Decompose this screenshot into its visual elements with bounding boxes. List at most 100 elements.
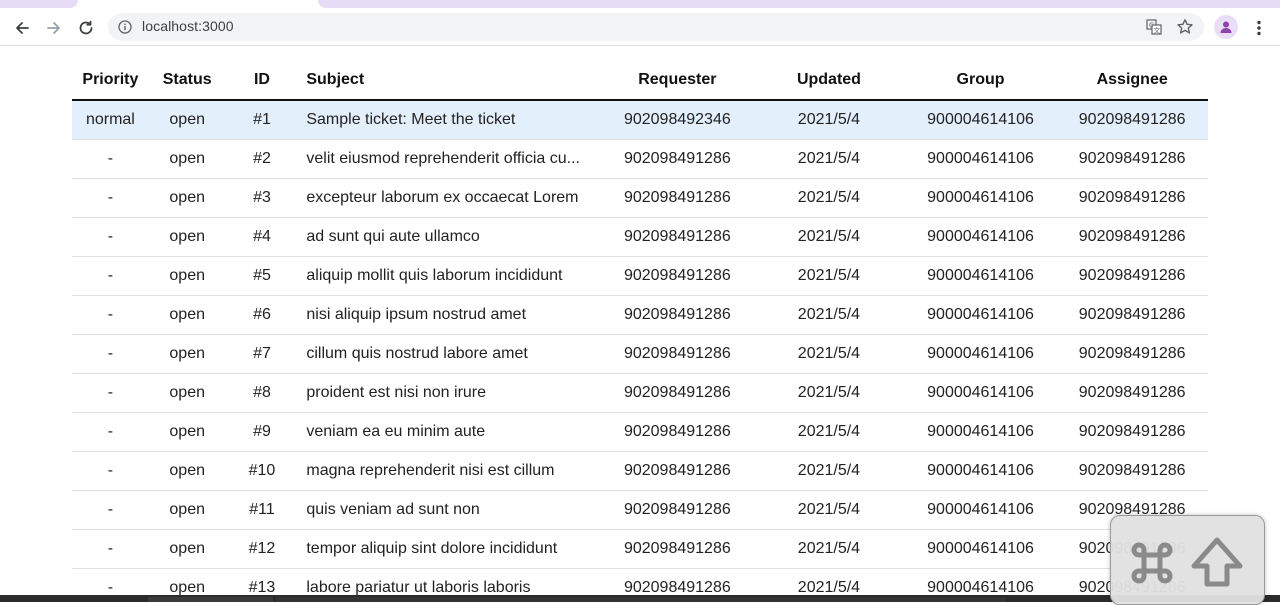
table-header-row: Priority Status ID Subject Requester Upd… xyxy=(72,61,1208,101)
cell-status: open xyxy=(148,217,226,257)
bottom-bar-segment xyxy=(276,597,1006,602)
table-row[interactable]: - open #13 labore pariatur ut laboris labor… xyxy=(72,568,1208,595)
cell-requester: 902098491286 xyxy=(601,139,754,179)
cell-updated: 2021/5/4 xyxy=(753,256,905,296)
cell-group: 900004614106 xyxy=(904,256,1057,296)
svg-text:文: 文 xyxy=(1154,26,1161,35)
cell-group: 900004614106 xyxy=(904,334,1057,374)
forward-button[interactable] xyxy=(41,15,67,41)
back-button[interactable] xyxy=(9,15,35,41)
cell-group: 900004614106 xyxy=(904,451,1057,491)
table-row[interactable]: - open #10 magna reprehenderit nisi est cil… xyxy=(72,451,1208,491)
header-id[interactable]: ID xyxy=(225,61,299,101)
cell-requester: 902098491286 xyxy=(601,568,754,595)
cell-assignee: 902098491286 xyxy=(1056,451,1208,491)
tab-strip xyxy=(0,0,1280,8)
cell-priority: - xyxy=(72,139,149,179)
cell-priority: normal xyxy=(72,100,149,140)
cell-requester: 902098491286 xyxy=(601,217,754,257)
header-requester[interactable]: Requester xyxy=(601,61,754,101)
info-icon[interactable] xyxy=(118,20,132,34)
reload-icon xyxy=(79,20,93,35)
cell-assignee: 902098491286 xyxy=(1056,373,1208,413)
cell-id: #2 xyxy=(225,139,299,179)
cell-priority: - xyxy=(72,451,149,491)
table-row[interactable]: - open #6 nisi aliquip ipsum nostrud amet 90… xyxy=(72,295,1208,335)
cell-updated: 2021/5/4 xyxy=(753,100,905,140)
cell-requester: 902098491286 xyxy=(601,412,754,452)
cell-priority: - xyxy=(72,412,149,452)
cell-updated: 2021/5/4 xyxy=(753,178,905,218)
tab-right[interactable] xyxy=(318,0,1280,8)
cell-status: open xyxy=(148,529,226,569)
cell-subject: tempor aliquip sint dolore incididunt xyxy=(298,529,602,569)
cell-assignee: 902098491286 xyxy=(1056,295,1208,335)
table-row[interactable]: - open #2 velit eiusmod reprehenderit offic… xyxy=(72,139,1208,179)
tab-left[interactable] xyxy=(0,0,78,8)
table-row[interactable]: - open #5 aliquip mollit quis laborum incid… xyxy=(72,256,1208,296)
cell-priority: - xyxy=(72,373,149,413)
table-row[interactable]: - open #11 quis veniam ad sunt non 902098491… xyxy=(72,490,1208,530)
page-content: Priority Status ID Subject Requester Upd… xyxy=(0,47,1280,595)
cell-subject: nisi aliquip ipsum nostrud amet xyxy=(298,295,602,335)
profile-button[interactable] xyxy=(1214,15,1238,39)
header-updated[interactable]: Updated xyxy=(753,61,905,101)
star-icon[interactable] xyxy=(1176,18,1194,36)
table-row[interactable]: - open #9 veniam ea eu minim aute 9020984912… xyxy=(72,412,1208,452)
cell-subject: Sample ticket: Meet the ticket xyxy=(298,100,602,140)
address-bar[interactable]: localhost:3000 G文 xyxy=(108,13,1204,41)
header-status[interactable]: Status xyxy=(148,61,226,101)
cell-id: #5 xyxy=(225,256,299,296)
cell-id: #6 xyxy=(225,295,299,335)
cell-assignee: 902098491286 xyxy=(1056,139,1208,179)
cell-status: open xyxy=(148,295,226,335)
cell-requester: 902098491286 xyxy=(601,373,754,413)
cell-requester: 902098491286 xyxy=(601,490,754,530)
cell-assignee: 902098491286 xyxy=(1056,178,1208,218)
header-priority[interactable]: Priority xyxy=(72,61,149,101)
cell-group: 900004614106 xyxy=(904,139,1057,179)
cell-requester: 902098491286 xyxy=(601,529,754,569)
cell-group: 900004614106 xyxy=(904,373,1057,413)
cell-requester: 902098491286 xyxy=(601,178,754,218)
arrow-right-icon xyxy=(47,22,60,34)
cell-id: #10 xyxy=(225,451,299,491)
cell-subject: veniam ea eu minim aute xyxy=(298,412,602,452)
cell-priority: - xyxy=(72,568,149,595)
table-row[interactable]: normal open #1 Sample ticket: Meet the tick… xyxy=(72,100,1208,140)
cell-priority: - xyxy=(72,334,149,374)
table-row[interactable]: - open #4 ad sunt qui aute ullamco 902098491… xyxy=(72,217,1208,257)
cell-assignee: 902098491286 xyxy=(1056,256,1208,296)
cell-updated: 2021/5/4 xyxy=(753,412,905,452)
arrow-left-icon xyxy=(16,22,29,34)
shift-key-icon xyxy=(1191,537,1243,587)
cell-id: #8 xyxy=(225,373,299,413)
cell-group: 900004614106 xyxy=(904,568,1057,595)
header-subject[interactable]: Subject xyxy=(298,61,602,101)
table-row[interactable]: - open #7 cillum quis nostrud labore amet 90… xyxy=(72,334,1208,374)
table-row[interactable]: - open #8 proident est nisi non irure 902098… xyxy=(72,373,1208,413)
cell-priority: - xyxy=(72,295,149,335)
reload-button[interactable] xyxy=(73,15,99,41)
header-assignee[interactable]: Assignee xyxy=(1056,61,1208,101)
url-text[interactable]: localhost:3000 xyxy=(142,18,234,34)
cell-updated: 2021/5/4 xyxy=(753,373,905,413)
cell-id: #7 xyxy=(225,334,299,374)
cell-status: open xyxy=(148,178,226,218)
cell-assignee: 902098491286 xyxy=(1056,217,1208,257)
cell-subject: cillum quis nostrud labore amet xyxy=(298,334,602,374)
cell-updated: 2021/5/4 xyxy=(753,217,905,257)
cell-id: #4 xyxy=(225,217,299,257)
translate-icon[interactable]: G文 xyxy=(1146,19,1162,35)
cell-updated: 2021/5/4 xyxy=(753,529,905,569)
cell-id: #11 xyxy=(225,490,299,530)
cell-group: 900004614106 xyxy=(904,490,1057,530)
person-icon xyxy=(1220,21,1232,33)
cell-status: open xyxy=(148,568,226,595)
header-group[interactable]: Group xyxy=(904,61,1057,101)
table-row[interactable]: - open #3 excepteur laborum ex occaecat Lor… xyxy=(72,178,1208,218)
cell-requester: 902098491286 xyxy=(601,256,754,296)
cell-subject: quis veniam ad sunt non xyxy=(298,490,602,530)
table-row[interactable]: - open #12 tempor aliquip sint dolore incid… xyxy=(72,529,1208,569)
browser-menu-button[interactable] xyxy=(1250,16,1268,40)
